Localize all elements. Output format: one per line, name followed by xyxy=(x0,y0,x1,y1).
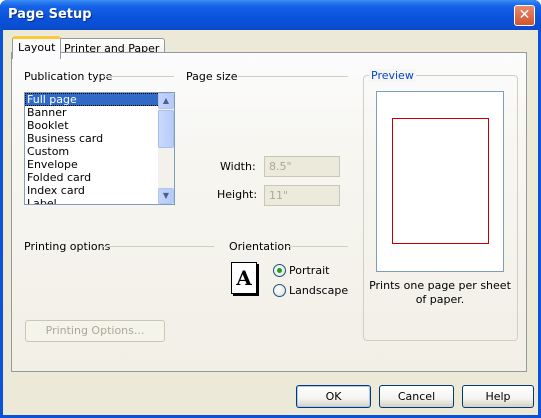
scroll-down-button[interactable]: ▼ xyxy=(158,188,174,204)
height-field[interactable]: 11" xyxy=(264,185,340,206)
page-size-separator xyxy=(238,76,348,77)
list-item[interactable]: Label xyxy=(25,197,174,204)
chevron-down-icon: ▼ xyxy=(162,191,170,200)
portrait-page-icon: A xyxy=(231,262,257,294)
scroll-up-button[interactable]: ▲ xyxy=(158,93,174,109)
width-field[interactable]: 8.5" xyxy=(264,156,340,177)
cancel-button-label: Cancel xyxy=(397,390,436,403)
list-item[interactable]: Envelope xyxy=(25,158,174,171)
list-item[interactable]: Folded card xyxy=(25,171,174,184)
close-button[interactable]: ✕ xyxy=(514,5,535,26)
printing-options-button-label: Printing Options... xyxy=(45,324,145,337)
list-item[interactable]: Banner xyxy=(25,106,174,119)
list-item[interactable]: Business card xyxy=(25,132,174,145)
chevron-up-icon: ▲ xyxy=(162,96,170,105)
preview-label: Preview xyxy=(369,69,416,82)
list-item[interactable]: Index card xyxy=(25,184,174,197)
list-item[interactable]: Custom xyxy=(25,145,174,158)
title-bar[interactable]: Page Setup ✕ xyxy=(0,0,541,30)
landscape-label[interactable]: Landscape xyxy=(289,284,348,297)
publication-type-label: Publication type xyxy=(24,70,113,83)
ok-button-label: OK xyxy=(325,390,342,403)
height-label: Height: xyxy=(217,188,258,201)
list-item[interactable]: Booklet xyxy=(25,119,174,132)
portrait-label[interactable]: Portrait xyxy=(289,264,329,277)
list-item[interactable]: Full page xyxy=(25,93,174,106)
publication-type-separator xyxy=(104,76,174,77)
printing-options-label: Printing options xyxy=(24,240,111,253)
window-title: Page Setup xyxy=(8,7,92,22)
landscape-radio[interactable] xyxy=(273,284,286,297)
close-icon: ✕ xyxy=(518,7,531,23)
cancel-button[interactable]: Cancel xyxy=(379,385,454,408)
width-label: Width: xyxy=(220,160,256,173)
orientation-separator xyxy=(289,246,348,247)
printing-options-separator xyxy=(101,246,214,247)
help-button-label: Help xyxy=(485,390,511,403)
page-preview xyxy=(376,91,504,272)
help-button[interactable]: Help xyxy=(462,385,534,408)
ok-button[interactable]: OK xyxy=(296,385,371,408)
printing-options-button[interactable]: Printing Options... xyxy=(25,320,165,342)
page-size-label: Page size xyxy=(186,70,238,83)
listbox-scrollbar[interactable]: ▲ ▼ xyxy=(158,93,174,204)
scroll-thumb[interactable] xyxy=(158,110,174,148)
tab-layout[interactable]: Layout xyxy=(12,36,62,59)
preview-caption: Prints one page per sheet of paper. xyxy=(369,279,511,306)
publication-type-listbox[interactable]: Full page Banner Booklet Business card C… xyxy=(24,92,175,205)
portrait-radio[interactable] xyxy=(273,264,286,277)
tab-layout-label: Layout xyxy=(18,41,56,54)
preview-margin-guide xyxy=(392,118,489,244)
orientation-label: Orientation xyxy=(229,240,292,253)
